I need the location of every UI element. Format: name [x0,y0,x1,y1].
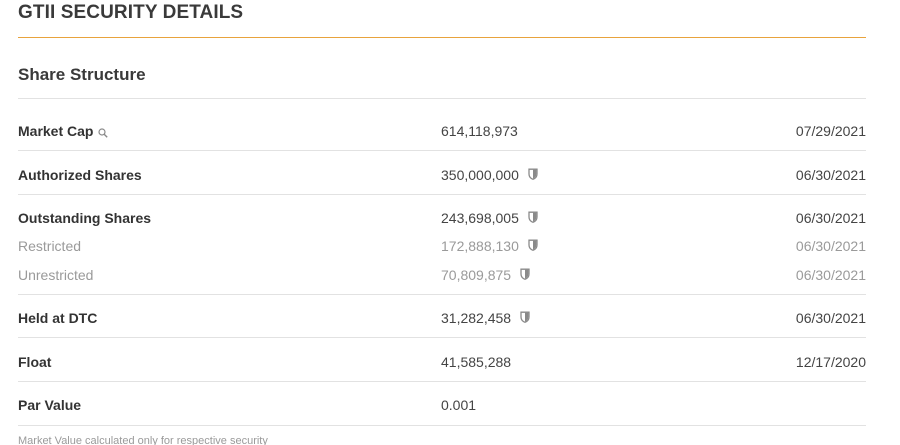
row-market-cap: Market Cap 614,118,973 07/29/2021 [18,120,866,142]
row-divider [18,294,866,295]
row-value: 350,000,000 [441,164,538,186]
section-divider [18,98,866,99]
shield-icon[interactable] [520,307,530,329]
row-par-value: Par Value 0.001 [18,394,866,416]
row-divider [18,150,866,151]
row-unrestricted: Unrestricted 70,809,875 06/30/2021 [18,264,866,286]
magnify-icon[interactable] [98,122,109,144]
title-accent-rule [18,37,866,38]
row-label: Float [18,354,52,370]
row-restricted: Restricted 172,888,130 06/30/2021 [18,235,866,257]
row-value: 31,282,458 [441,307,530,329]
row-date: 06/30/2021 [795,267,866,283]
row-value: 243,698,005 [441,207,538,229]
row-divider [18,381,866,382]
shield-icon[interactable] [528,235,538,257]
row-label: Market Cap [18,120,109,144]
row-date: 06/30/2021 [795,167,866,183]
row-divider [18,425,866,426]
shield-icon[interactable] [528,164,538,186]
shield-icon[interactable] [520,264,530,286]
page-title: GTII SECURITY DETAILS [18,2,244,23]
row-float: Float 41,585,288 12/17/2020 [18,351,866,373]
row-outstanding-shares: Outstanding Shares 243,698,005 06/30/202… [18,207,866,229]
row-divider [18,337,866,338]
row-label: Unrestricted [18,267,94,283]
section-title-share-structure: Share Structure [18,65,146,84]
footnote: Market Value calculated only for respect… [18,435,268,445]
row-label: Outstanding Shares [18,210,152,226]
row-label: Par Value [18,397,82,413]
row-label: Restricted [18,238,82,254]
row-date: 12/17/2020 [795,354,866,370]
row-date: 06/30/2021 [795,238,866,254]
row-authorized-shares: Authorized Shares 350,000,000 06/30/2021 [18,164,866,186]
security-details-page: GTII SECURITY DETAILS Share Structure Ma… [0,0,900,445]
row-date: 07/29/2021 [795,123,866,139]
row-value: 614,118,973 [441,123,518,139]
row-divider [18,194,866,195]
row-value: 70,809,875 [441,264,530,286]
row-date: 06/30/2021 [795,210,866,226]
row-value: 41,585,288 [441,354,512,370]
row-value: 0.001 [441,397,477,413]
row-value: 172,888,130 [441,235,538,257]
row-date: 06/30/2021 [795,310,866,326]
row-label: Authorized Shares [18,167,142,183]
row-held-at-dtc: Held at DTC 31,282,458 06/30/2021 [18,307,866,329]
shield-icon[interactable] [528,207,538,229]
row-label: Held at DTC [18,310,98,326]
